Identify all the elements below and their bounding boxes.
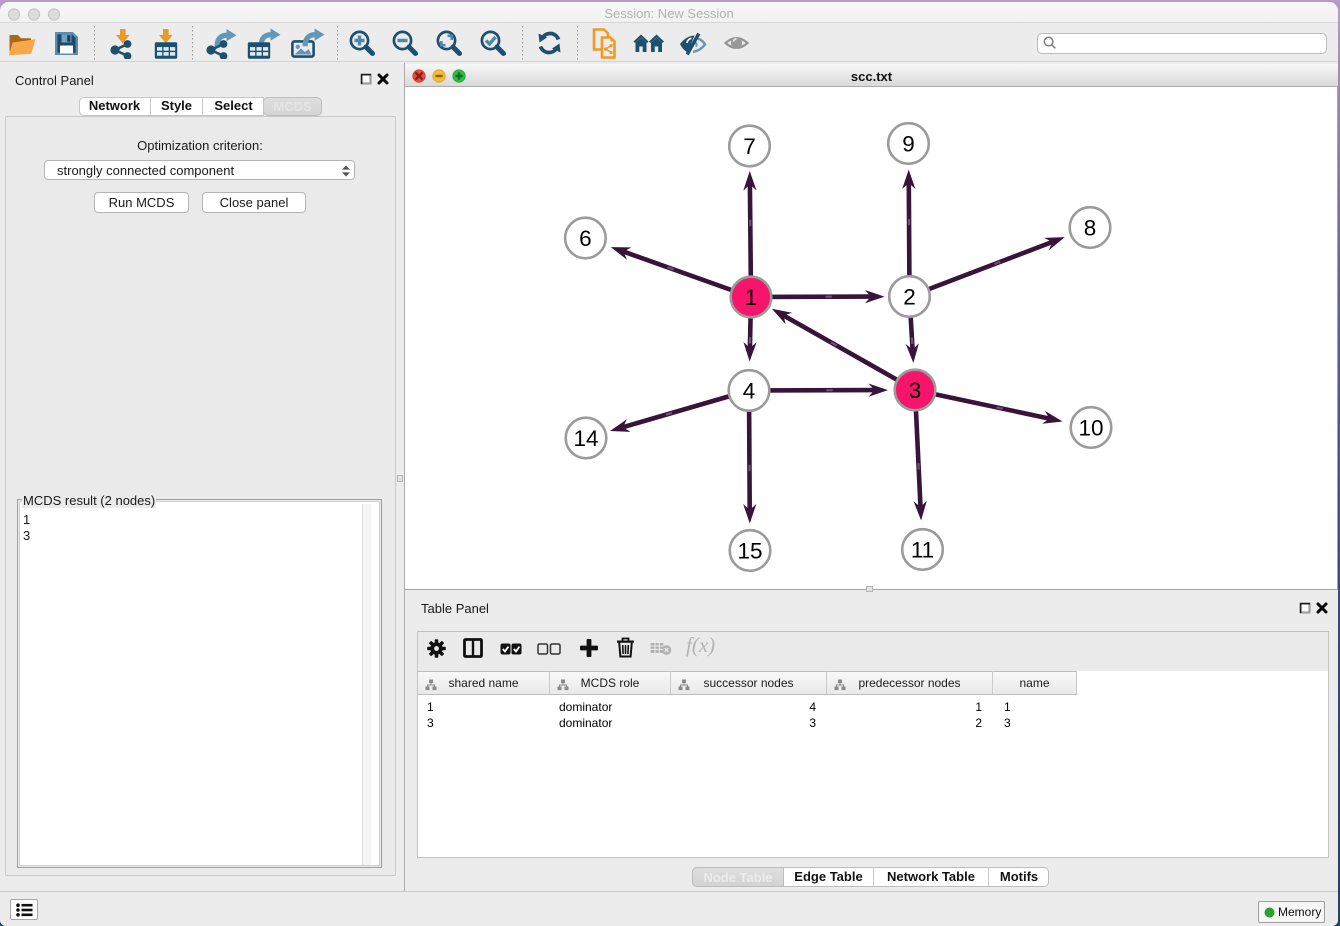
svg-text:9: 9 [902, 132, 915, 157]
svg-text:6: 6 [579, 226, 592, 251]
svg-text:3: 3 [909, 378, 922, 403]
svg-text:15: 15 [737, 539, 762, 564]
svg-text:2: 2 [903, 285, 916, 310]
svg-text:14: 14 [573, 426, 598, 451]
svg-text:10: 10 [1078, 416, 1103, 441]
svg-text:8: 8 [1084, 216, 1097, 241]
svg-text:11: 11 [911, 538, 934, 563]
svg-text:1: 1 [745, 285, 758, 310]
svg-text:4: 4 [743, 379, 756, 404]
svg-text:7: 7 [743, 134, 756, 159]
